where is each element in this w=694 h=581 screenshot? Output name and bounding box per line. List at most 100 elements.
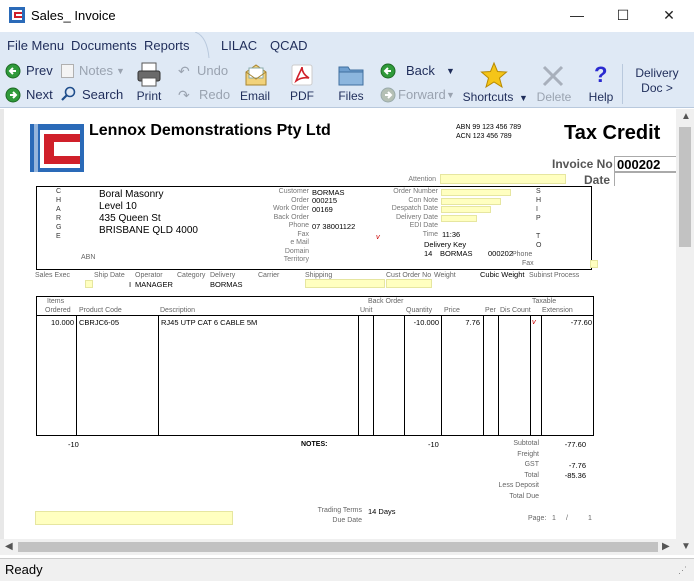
delivery-doc-line2: Doc >: [641, 81, 673, 95]
pdf-icon: [291, 64, 313, 86]
col-divider: [498, 315, 499, 436]
line-ordered: 10.000: [51, 318, 74, 327]
order-field-label: Order Number: [393, 188, 438, 195]
header-items: Items: [47, 298, 65, 305]
help-button[interactable]: Help: [586, 90, 616, 104]
page-label: Page:: [528, 515, 547, 522]
notes-button[interactable]: Notes: [79, 61, 113, 81]
header-quantity: Quantity: [406, 307, 433, 314]
menu-reports[interactable]: Reports: [144, 38, 190, 53]
scroll-left-icon[interactable]: ◀: [5, 541, 13, 552]
col-divider: [358, 315, 359, 436]
header-extension: Extension: [542, 307, 573, 314]
email-icon: [245, 64, 267, 86]
forward-button[interactable]: Forward: [398, 85, 446, 105]
total-value: -85.36: [564, 471, 586, 480]
line-product-code: CBRJC6-05: [79, 318, 120, 327]
col-divider: [158, 315, 159, 436]
total-label: Total Due: [509, 492, 539, 500]
header-unit: Unit: [360, 307, 373, 314]
weight-label: Weight: [434, 272, 456, 279]
undo-icon: ↶: [178, 63, 190, 79]
order-field-input: [441, 206, 491, 213]
charge-letter: R: [56, 215, 62, 222]
delivery-key-code: BORMAS: [440, 249, 473, 258]
redo-button[interactable]: Redo: [199, 85, 230, 105]
vertical-scrollbar[interactable]: ▲ ▼: [676, 109, 694, 555]
maximize-button[interactable]: ☐: [600, 0, 646, 32]
menu-documents[interactable]: Documents: [71, 38, 137, 53]
charge-letter: E: [56, 233, 61, 240]
col-divider: [404, 315, 405, 436]
ship-letter: H: [536, 197, 542, 204]
delivery-key-invoice: 000202: [488, 249, 514, 258]
line-extension: -77.60: [570, 318, 592, 327]
next-button[interactable]: Next: [26, 85, 53, 105]
customer-field-label: Customer: [278, 188, 309, 195]
menu-qcad[interactable]: QCAD: [270, 38, 308, 53]
ship-letter: O: [536, 242, 542, 249]
document-type: Tax Credit: [564, 122, 661, 144]
total-label: GST: [524, 461, 539, 468]
scroll-right-icon[interactable]: ▶: [662, 541, 670, 552]
forward-dropdown-icon[interactable]: ▼: [446, 85, 455, 105]
total-label: Total: [524, 471, 539, 479]
charge-letter: C: [56, 188, 62, 195]
pdf-button[interactable]: PDF: [288, 89, 316, 103]
trading-terms-label: Trading Terms: [317, 507, 362, 514]
back-button[interactable]: Back: [406, 61, 435, 81]
company-logo-icon: [30, 124, 84, 172]
ship-letter: T: [536, 233, 541, 240]
close-button[interactable]: ✕: [646, 0, 692, 32]
line-price: 7.76: [465, 318, 480, 327]
search-button[interactable]: Search: [82, 85, 123, 105]
customer-field-label: e Mail: [290, 239, 309, 246]
print-button[interactable]: Print: [134, 89, 164, 103]
order-field-value: 11:36: [442, 230, 461, 239]
undo-button[interactable]: Undo: [197, 61, 228, 81]
scroll-down-icon[interactable]: ▼: [681, 541, 691, 552]
vertical-scroll-thumb[interactable]: [679, 127, 691, 247]
resize-grip-icon[interactable]: ⋰: [678, 565, 687, 576]
page-number: 1: [552, 515, 556, 522]
operator-value: MANAGER: [135, 280, 173, 289]
menu-lilac[interactable]: LILAC: [221, 38, 257, 53]
status-bar: Ready ⋰: [0, 558, 694, 581]
notes-dropdown-icon[interactable]: ▼: [116, 61, 125, 81]
cubic-weight-label: Cubic Weight: [480, 270, 525, 279]
order-field-input: [441, 189, 511, 196]
order-field-label: Despatch Date: [391, 205, 438, 212]
prev-arrow-icon: [5, 63, 21, 79]
total-quantity: -10: [428, 440, 439, 449]
header-price: Price: [444, 307, 460, 314]
delivery-value: BORMAS: [210, 280, 243, 289]
operator-label: Operator: [135, 272, 163, 279]
total-label: Freight: [517, 450, 539, 458]
status-text: Ready: [5, 562, 43, 577]
customer-field-label: Territory: [283, 256, 309, 263]
prev-button[interactable]: Prev: [26, 61, 53, 81]
ship-phone-label: Phone: [512, 251, 533, 258]
back-arrow-icon: [380, 63, 396, 79]
folder-icon: [338, 66, 364, 86]
page-separator: /: [566, 515, 568, 522]
customer-field-value: 00169: [312, 204, 333, 214]
horizontal-scroll-thumb[interactable]: [18, 542, 658, 552]
horizontal-scrollbar[interactable]: ◀ ▶: [0, 539, 676, 555]
files-button[interactable]: Files: [334, 89, 368, 103]
header-description: Description: [160, 307, 196, 314]
invoice-no-label: Invoice No: [552, 157, 613, 171]
email-button[interactable]: Email: [238, 89, 272, 103]
scroll-up-icon[interactable]: ▲: [681, 111, 691, 122]
sales-exec-label: Sales Exec: [35, 272, 71, 279]
delivery-doc-button[interactable]: Delivery Doc >: [627, 66, 687, 96]
shortcuts-dropdown-icon[interactable]: ▼: [519, 88, 528, 108]
minimize-button[interactable]: —: [554, 0, 600, 32]
delete-button[interactable]: Delete: [534, 90, 574, 104]
process-label: Process: [554, 272, 580, 279]
back-dropdown-icon[interactable]: ▼: [446, 61, 455, 81]
shortcuts-button[interactable]: Shortcuts: [460, 90, 516, 104]
attention-label: Attention: [408, 176, 436, 183]
menu-file[interactable]: File Menu: [7, 38, 64, 53]
header-per: Per: [485, 307, 496, 314]
